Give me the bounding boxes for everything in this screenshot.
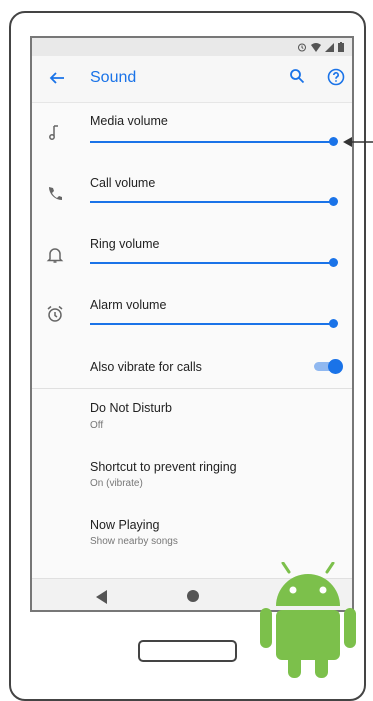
help-circle-icon xyxy=(327,68,345,86)
nav-home-icon[interactable] xyxy=(187,590,199,602)
search-icon xyxy=(290,69,305,84)
wifi-icon xyxy=(311,42,321,52)
ring-volume-label: Ring volume xyxy=(90,237,160,251)
slider-track xyxy=(90,323,333,325)
slider-track xyxy=(90,262,333,264)
page-title: Sound xyxy=(90,69,137,86)
phone-icon xyxy=(49,187,62,200)
section-divider xyxy=(32,388,352,389)
ring-volume-slider[interactable] xyxy=(90,257,338,269)
slider-track xyxy=(90,141,333,143)
device-screen: Sound Media volume Call volume Ring volu… xyxy=(30,36,354,612)
media-volume-label: Media volume xyxy=(90,114,168,128)
arrow-back-icon xyxy=(49,72,64,84)
slider-thumb[interactable] xyxy=(329,137,338,146)
alarm-volume-slider[interactable] xyxy=(90,318,338,330)
slider-thumb[interactable] xyxy=(329,319,338,328)
toggle-knob xyxy=(328,359,343,374)
alarm-icon xyxy=(298,43,306,52)
setting-subtitle: On (vibrate) xyxy=(90,478,143,489)
setting-subtitle: Off xyxy=(90,420,104,431)
setting-subtitle: Show nearby songs xyxy=(90,536,178,547)
call-volume-label: Call volume xyxy=(90,176,156,190)
slider-track xyxy=(90,201,333,203)
back-button[interactable] xyxy=(46,67,68,89)
pointer-arrow-icon xyxy=(343,137,373,147)
vibrate-toggle[interactable] xyxy=(314,359,343,374)
setting-title: Now Playing xyxy=(90,518,160,532)
battery-icon xyxy=(338,42,344,52)
alarm-clock-icon xyxy=(47,305,63,322)
setting-title: Do Not Disturb xyxy=(90,401,172,415)
app-bar: Sound xyxy=(32,56,352,103)
media-volume-slider[interactable] xyxy=(90,136,338,148)
nav-back-icon[interactable] xyxy=(96,590,108,604)
vibrate-label: Also vibrate for calls xyxy=(90,360,202,374)
slider-thumb[interactable] xyxy=(329,258,338,267)
music-note-icon xyxy=(49,125,58,140)
setting-title: Shortcut to prevent ringing xyxy=(90,460,237,474)
call-volume-slider[interactable] xyxy=(90,196,338,208)
help-button[interactable] xyxy=(327,68,347,88)
signal-icon xyxy=(325,42,334,52)
alarm-volume-label: Alarm volume xyxy=(90,298,167,312)
search-button[interactable] xyxy=(289,68,309,88)
android-logo-icon xyxy=(260,562,356,678)
slider-thumb[interactable] xyxy=(329,197,338,206)
physical-home-button[interactable] xyxy=(138,640,237,662)
status-bar xyxy=(32,38,352,56)
bell-icon xyxy=(46,248,64,263)
